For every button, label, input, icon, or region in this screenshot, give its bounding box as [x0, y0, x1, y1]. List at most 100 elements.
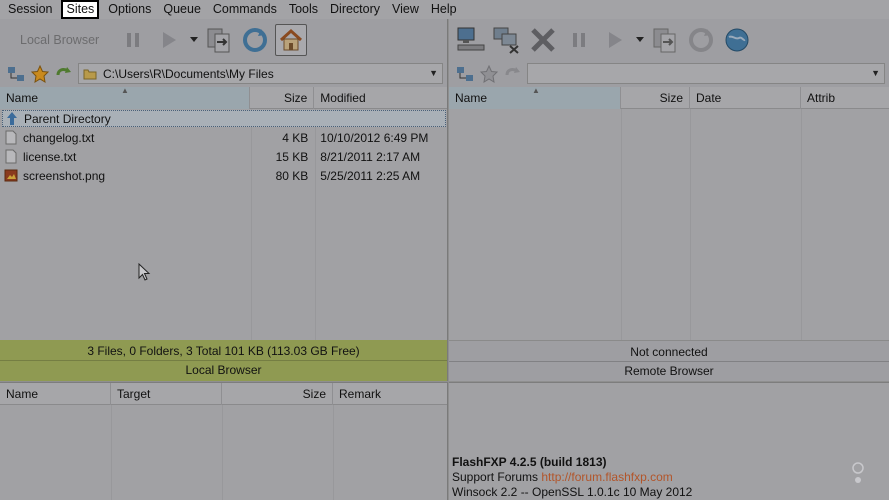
local-path-combobox[interactable]: C:\Users\R\Documents\My Files ▼ — [78, 63, 443, 84]
file-modified: 10/10/2012 6:49 PM — [320, 130, 429, 145]
favorites-button[interactable] — [30, 64, 50, 84]
network-icon — [457, 66, 473, 81]
home-icon — [280, 28, 303, 50]
column-remark[interactable]: Remark — [333, 383, 447, 405]
column-divider — [222, 405, 223, 500]
local-status-label: Local Browser — [0, 360, 447, 379]
folder-icon — [83, 69, 97, 79]
file-name: changelog.txt — [23, 130, 95, 145]
table-row[interactable]: license.txt 15 KB 8/21/2011 2:17 AM — [0, 147, 447, 166]
chevron-down-icon[interactable]: ▼ — [871, 64, 880, 83]
local-status-summary: 3 Files, 0 Folders, 3 Total 101 KB (113.… — [87, 344, 360, 358]
remote-pause-button[interactable] — [563, 24, 595, 56]
column-target[interactable]: Target — [111, 383, 222, 405]
table-row[interactable]: Parent Directory — [0, 109, 447, 128]
remote-path-combobox[interactable]: ▼ — [527, 63, 885, 84]
image-file-icon — [4, 169, 18, 182]
info-icon — [852, 462, 864, 483]
file-modified: 5/25/2011 2:25 AM — [320, 168, 421, 183]
menu-bar: Session Sites Options Queue Commands Too… — [0, 0, 889, 19]
site-manager-button[interactable] — [6, 64, 26, 84]
remote-parent-folder-button[interactable] — [503, 64, 523, 84]
menu-view[interactable]: View — [386, 0, 425, 19]
file-size: 15 KB — [275, 149, 309, 164]
parent-folder-button[interactable] — [54, 64, 74, 84]
file-name: license.txt — [23, 149, 77, 164]
local-pane: Local Browser C:\Users\R\Documents\My Fi… — [0, 19, 448, 381]
remote-favorites-button[interactable] — [479, 64, 499, 84]
connect-icon — [457, 27, 485, 50]
local-toolbar: Local Browser — [0, 19, 447, 60]
network-icon — [8, 66, 24, 81]
remote-pane: ▼ Name Size Date Attrib ▲ Not connected … — [449, 19, 889, 381]
menu-sites[interactable]: Sites — [61, 0, 100, 19]
column-size[interactable]: Size — [250, 87, 315, 109]
local-path-bar: C:\Users\R\Documents\My Files ▼ — [0, 60, 447, 87]
sort-ascending-icon: ▲ — [121, 86, 129, 95]
queue-header: Name Target Size Remark — [0, 383, 447, 405]
column-name[interactable]: Name — [0, 383, 111, 405]
local-browser-button[interactable]: Local Browser — [6, 25, 113, 55]
table-row[interactable]: screenshot.png 80 KB 5/25/2011 2:25 AM — [0, 166, 447, 185]
table-row[interactable]: changelog.txt 4 KB 10/10/2012 6:49 PM — [0, 128, 447, 147]
play-dropdown[interactable] — [189, 24, 199, 56]
chevron-down-icon[interactable]: ▼ — [429, 64, 438, 83]
menu-help[interactable]: Help — [425, 0, 463, 19]
refresh-button[interactable] — [239, 24, 271, 56]
menu-session[interactable]: Session — [2, 0, 58, 19]
sort-ascending-icon: ▲ — [532, 86, 540, 95]
remote-status-label: Remote Browser — [449, 361, 889, 380]
column-attrib[interactable]: Attrib — [801, 87, 889, 109]
file-name: Parent Directory — [24, 111, 111, 126]
remote-site-manager-button[interactable] — [455, 64, 475, 84]
remote-list-header: Name Size Date Attrib ▲ — [449, 86, 889, 109]
pause-button[interactable] — [117, 24, 149, 56]
remote-home-button[interactable] — [721, 24, 753, 56]
remote-path-bar: ▼ — [449, 60, 889, 87]
remote-play-dropdown[interactable] — [635, 24, 645, 56]
column-modified[interactable]: Modified — [314, 87, 447, 109]
column-size[interactable]: Size — [621, 87, 690, 109]
chevron-down-icon — [636, 36, 644, 42]
menu-commands[interactable]: Commands — [207, 0, 283, 19]
play-button[interactable] — [153, 24, 185, 56]
log-support-label: Support Forums — [452, 470, 542, 484]
column-divider — [621, 109, 622, 340]
remote-play-button[interactable] — [599, 24, 631, 56]
transfer-icon — [653, 28, 676, 52]
transfer-button[interactable] — [203, 24, 235, 56]
log-lines: FlashFXP 4.2.5 (build 1813) Support Foru… — [452, 455, 692, 500]
disconnect-icon — [493, 27, 519, 54]
refresh-icon — [689, 27, 713, 52]
connect-button[interactable] — [455, 24, 487, 56]
remote-refresh-button[interactable] — [685, 24, 717, 56]
abort-button[interactable] — [527, 24, 559, 56]
remote-file-list: Name Size Date Attrib ▲ — [449, 86, 889, 340]
mouse-cursor-icon — [138, 263, 151, 281]
remote-status-bar: Not connected Remote Browser — [449, 340, 889, 381]
menu-directory[interactable]: Directory — [324, 0, 386, 19]
transfer-icon — [207, 28, 230, 52]
local-status-bar: 3 Files, 0 Folders, 3 Total 101 KB (113.… — [0, 340, 447, 381]
chevron-down-icon — [190, 36, 199, 42]
up-folder-icon — [505, 66, 520, 75]
column-date[interactable]: Date — [690, 87, 801, 109]
log-version: FlashFXP 4.2.5 (build 1813) — [452, 455, 607, 469]
remote-transfer-button[interactable] — [649, 24, 681, 56]
home-button[interactable] — [275, 23, 308, 56]
support-forums-link[interactable]: http://forum.flashfxp.com — [541, 470, 672, 484]
menu-tools[interactable]: Tools — [283, 0, 324, 19]
local-path-text: C:\Users\R\Documents\My Files — [103, 66, 274, 81]
transfer-queue: Name Target Size Remark — [0, 382, 448, 500]
remote-toolbar — [449, 19, 889, 60]
menu-options[interactable]: Options — [102, 0, 157, 19]
column-divider — [333, 405, 334, 500]
column-divider — [111, 405, 112, 500]
log-winsock: Winsock 2.2 -- OpenSSL 1.0.1c 10 May 201… — [452, 485, 693, 499]
play-icon — [609, 31, 622, 48]
file-size: 80 KB — [275, 168, 309, 183]
menu-queue[interactable]: Queue — [157, 0, 207, 19]
disconnect-button[interactable] — [491, 24, 523, 56]
column-size[interactable]: Size — [222, 383, 333, 405]
file-name: screenshot.png — [23, 168, 106, 183]
